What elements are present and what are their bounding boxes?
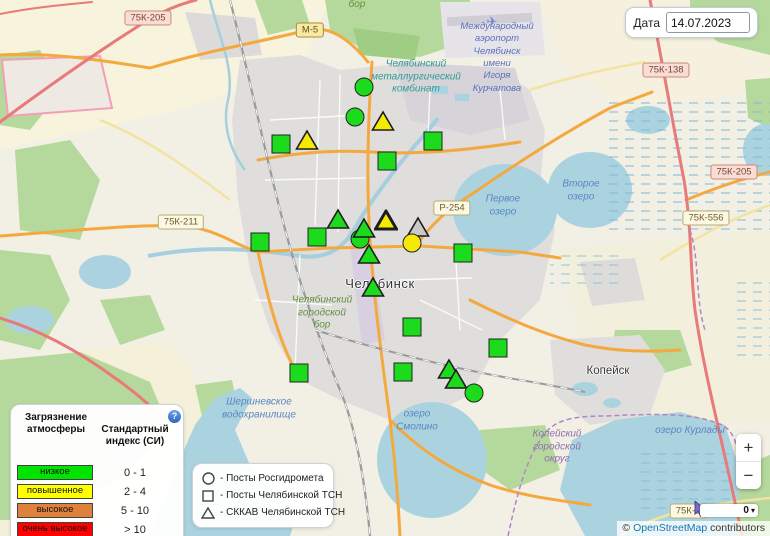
triangle-post-marker[interactable] bbox=[295, 130, 319, 151]
square-post-marker[interactable] bbox=[489, 339, 508, 358]
triangle-post-marker[interactable] bbox=[444, 369, 468, 390]
date-label: Дата bbox=[633, 16, 660, 30]
posts-legend: - Посты Росгидромета - Посты Челябинской… bbox=[192, 463, 334, 528]
triangle-post-marker[interactable] bbox=[357, 244, 381, 265]
legend-circle-icon bbox=[201, 472, 215, 486]
legend-range-very-high: > 10 bbox=[93, 524, 177, 536]
attribution-suffix: contributors bbox=[707, 522, 765, 534]
triangle-post-marker[interactable] bbox=[352, 218, 376, 239]
legend-triangle-icon bbox=[201, 506, 215, 520]
square-post-marker[interactable] bbox=[394, 363, 413, 382]
legend-swatch-very-high: очень высокое bbox=[17, 522, 93, 536]
legend-row-very-high: очень высокое > 10 bbox=[17, 522, 177, 536]
circle-post-marker[interactable] bbox=[403, 234, 422, 253]
circle-post-marker[interactable] bbox=[346, 108, 365, 127]
si-index-title: Стандартный индекс (СИ) ? bbox=[95, 412, 177, 460]
circle-post-marker[interactable] bbox=[465, 384, 484, 403]
si-index-title-text: Стандартный индекс (СИ) bbox=[101, 424, 168, 447]
square-post-marker[interactable] bbox=[290, 364, 309, 383]
square-post-marker[interactable] bbox=[403, 318, 422, 337]
osm-link[interactable]: OpenStreetMap bbox=[633, 522, 707, 534]
scale-icon: ▾ bbox=[751, 507, 755, 515]
posts-legend-label: - СККАВ Челябинской ТСН bbox=[220, 507, 345, 518]
posts-legend-label: - Посты Челябинской ТСН bbox=[220, 490, 342, 501]
date-input[interactable] bbox=[666, 12, 750, 33]
scale-value: 0 bbox=[743, 506, 749, 516]
zoom-control: + − bbox=[736, 434, 761, 489]
legend-swatch-elevated: повышенное bbox=[17, 484, 93, 499]
attribution-prefix: © bbox=[622, 522, 633, 534]
posts-legend-label: - Посты Росгидромета bbox=[220, 473, 324, 484]
square-post-marker[interactable] bbox=[308, 228, 327, 247]
triangle-post-marker[interactable] bbox=[326, 209, 350, 230]
square-post-marker[interactable] bbox=[251, 233, 270, 252]
pollution-legend-title: Загрязнение атмосферы bbox=[17, 412, 95, 460]
date-control: Дата bbox=[625, 7, 758, 38]
posts-legend-row: - Посты Челябинской ТСН bbox=[201, 487, 325, 504]
zoom-in-button[interactable]: + bbox=[736, 434, 761, 461]
square-post-marker[interactable] bbox=[272, 135, 291, 154]
triangle-post-marker[interactable] bbox=[361, 277, 385, 298]
pollution-legend: Загрязнение атмосферы Стандартный индекс… bbox=[10, 404, 184, 536]
posts-legend-row: - Посты Росгидромета bbox=[201, 470, 325, 487]
square-post-marker[interactable] bbox=[378, 152, 397, 171]
zoom-out-button[interactable]: − bbox=[736, 462, 761, 489]
legend-row-elevated: повышенное 2 - 4 bbox=[17, 484, 177, 499]
info-icon[interactable]: ? bbox=[168, 410, 181, 423]
scale-control[interactable]: 0 ▾ bbox=[700, 504, 758, 517]
posts-legend-row: - СККАВ Челябинской ТСН bbox=[201, 504, 325, 521]
legend-swatch-high: высокое bbox=[17, 503, 93, 518]
attribution: © OpenStreetMap contributors bbox=[617, 521, 770, 536]
circle-post-marker[interactable] bbox=[355, 78, 374, 97]
legend-swatch-low: низкое bbox=[17, 465, 93, 480]
legend-square-icon bbox=[201, 489, 215, 503]
air-quality-map-app: бор✈Международный аэропорт Челябинск име… bbox=[0, 0, 770, 536]
square-post-marker[interactable] bbox=[454, 244, 473, 263]
square-post-marker[interactable] bbox=[424, 132, 443, 151]
legend-range-low: 0 - 1 bbox=[93, 467, 177, 479]
legend-range-high: 5 - 10 bbox=[93, 505, 177, 517]
legend-range-elevated: 2 - 4 bbox=[93, 486, 177, 498]
triangle-post-marker[interactable] bbox=[371, 111, 395, 132]
triangle-post-marker[interactable] bbox=[374, 210, 398, 231]
legend-row-low: низкое 0 - 1 bbox=[17, 465, 177, 480]
legend-row-high: высокое 5 - 10 bbox=[17, 503, 177, 518]
